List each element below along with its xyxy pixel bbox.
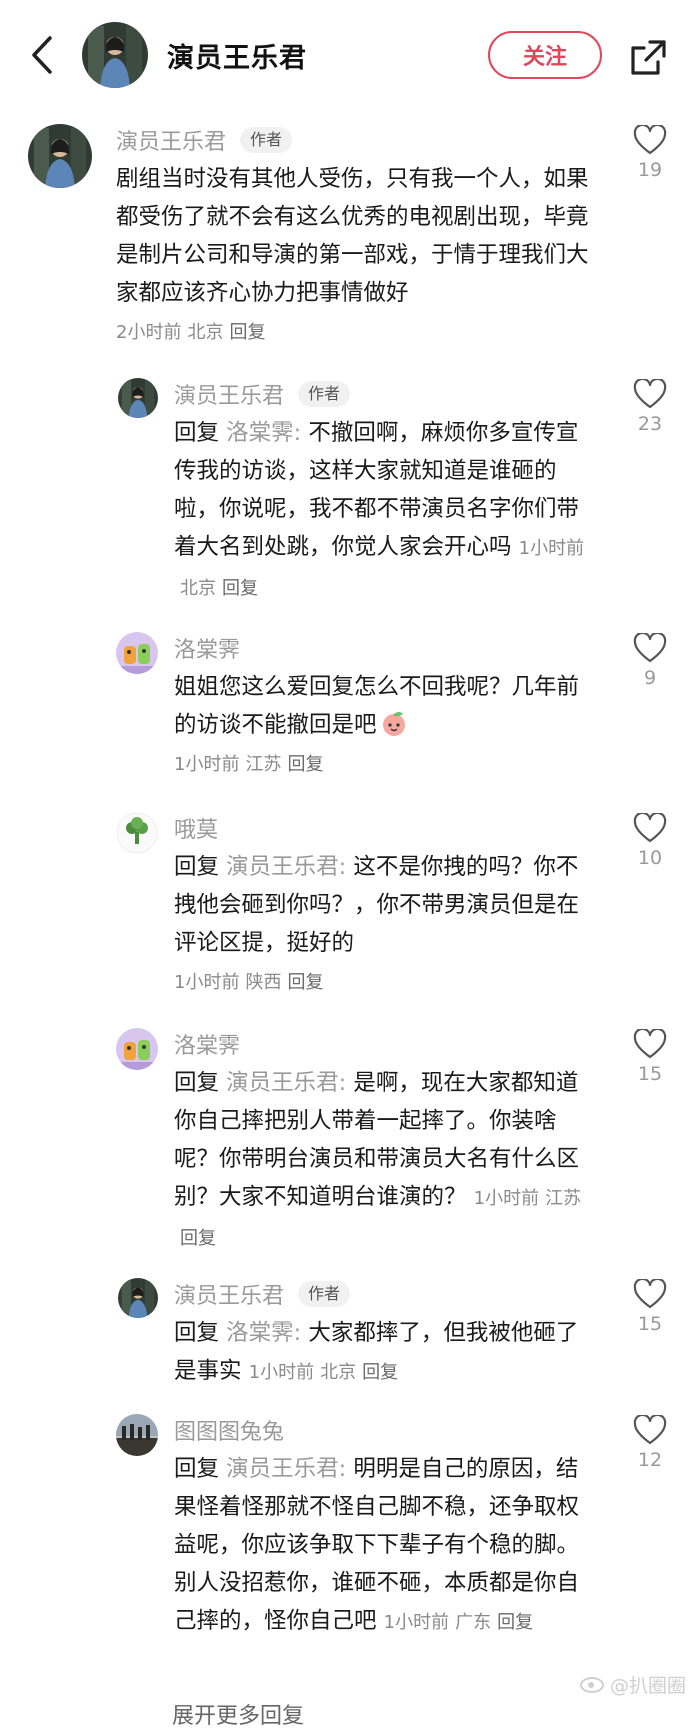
reply-button[interactable]: 回复 (229, 322, 265, 343)
heart-icon[interactable] (633, 1029, 667, 1059)
page-title: 演员王乐君 (167, 43, 307, 74)
like-control: 23 (628, 379, 672, 435)
like-control: 15 (628, 1029, 672, 1085)
comment-author[interactable]: 哦莫 (174, 812, 218, 844)
weibo-eye-icon (579, 1676, 604, 1693)
comment-author[interactable]: 洛棠霁 (174, 1028, 240, 1060)
comment-meta: 1小时前 陕西 回复 (174, 972, 324, 993)
comment: 演员王乐君 作者 剧组当时没有其他人受伤，只有我一个人，如果都受伤了就不会有这么… (116, 124, 606, 350)
like-count: 15 (637, 1063, 663, 1085)
comment-text: 姐姐您这么爱回复怎么不回我呢？几年前的访谈不能撤回是吧 (174, 674, 580, 738)
heart-icon[interactable] (633, 813, 667, 843)
comment-meta: 1小时前 广东 回复 (383, 1612, 534, 1633)
share-button[interactable] (628, 38, 668, 78)
comment-text: 剧组当时没有其他人受伤，只有我一个人，如果都受伤了就不会有这么优秀的电视剧出现，… (116, 166, 589, 306)
expand-more-replies[interactable]: 展开更多回复 (172, 1698, 304, 1730)
reply-target[interactable]: 洛棠霁: (226, 420, 301, 446)
reply-target[interactable]: 洛棠霁: (226, 1320, 301, 1346)
watermark: @扒圈圈 (579, 1671, 686, 1698)
like-control: 15 (628, 1279, 672, 1335)
like-count: 19 (637, 159, 663, 181)
avatar[interactable] (118, 1278, 158, 1318)
heart-icon[interactable] (633, 1279, 667, 1309)
heart-icon[interactable] (633, 1415, 667, 1445)
reply-button[interactable]: 回复 (222, 578, 258, 599)
comment-author[interactable]: 演员王乐君 (116, 124, 226, 156)
author-badge: 作者 (240, 127, 293, 153)
reply: 图图图兔兔 回复 演员王乐君: 明明是自己的原因，结果怪着怪那就不怪自己脚不稳，… (174, 1414, 594, 1642)
comment-meta: 1小时前江苏回复 (174, 754, 324, 775)
comment-text: 回复 洛棠霁: 大家都摔了，但我被他砸了是事实 1小时前 北京 回复 (174, 1320, 579, 1384)
comment-meta: 1小时前北京回复 (248, 1362, 399, 1383)
reply: 演员王乐君 作者 回复 洛棠霁: 大家都摔了，但我被他砸了是事实 1小时前 北京回… (174, 1278, 594, 1392)
author-avatar[interactable] (82, 22, 148, 88)
like-control: 10 (628, 813, 672, 869)
avatar[interactable] (116, 1414, 158, 1456)
comment-author[interactable]: 洛棠霁 (174, 632, 240, 664)
comment-author[interactable]: 图图图兔兔 (174, 1414, 284, 1446)
comment-time: 2小时前 (116, 322, 182, 343)
comment-text: 回复 演员王乐君: 明明是自己的原因，结果怪着怪那就不怪自己脚不稳，还争取权益呢… (174, 1456, 580, 1634)
chevron-left-icon (32, 36, 52, 74)
reply: 洛棠霁 回复 演员王乐君: 是啊，现在大家都知道你自己摔把别人带着一起摔了。你装… (174, 1028, 594, 1258)
author-badge: 作者 (298, 1281, 351, 1307)
comment-text: 回复 演员王乐君: 这不是你拽的吗？你不拽他会砸到你吗？，你不带男演员但是在评论… (174, 854, 580, 956)
reply-target[interactable]: 演员王乐君: (226, 854, 346, 880)
avatar[interactable] (116, 812, 158, 854)
comment-author[interactable]: 演员王乐君 (174, 378, 284, 410)
reply: 哦莫 回复 演员王乐君: 这不是你拽的吗？你不拽他会砸到你吗？，你不带男演员但是… (174, 812, 594, 1000)
avatar[interactable] (118, 378, 158, 418)
peach-emoji-icon (382, 712, 405, 736)
avatar[interactable] (116, 632, 158, 674)
like-control: 9 (628, 633, 672, 689)
like-control: 19 (628, 125, 672, 181)
comment-text: 回复 演员王乐君: 是啊，现在大家都知道你自己摔把别人带着一起摔了。你装啥呢？你… (174, 1070, 582, 1249)
reply-target[interactable]: 演员王乐君: (226, 1070, 346, 1096)
like-count: 12 (637, 1449, 663, 1471)
reply-button[interactable]: 回复 (287, 754, 323, 775)
heart-icon[interactable] (633, 379, 667, 409)
comment-location: 北京 (187, 322, 224, 343)
reply-button[interactable]: 回复 (287, 972, 323, 993)
comment-meta: 2小时前 北京 回复 (116, 316, 606, 350)
like-count: 9 (643, 667, 657, 689)
reply: 演员王乐君 作者 回复 洛棠霁: 不撤回啊，麻烦你多宣传宣传我的访谈，这样大家就… (174, 378, 594, 608)
avatar[interactable] (28, 124, 92, 188)
like-count: 23 (637, 413, 663, 435)
heart-icon[interactable] (633, 125, 667, 155)
heart-icon[interactable] (633, 633, 667, 663)
reply: 洛棠霁 姐姐您这么爱回复怎么不回我呢？几年前的访谈不能撤回是吧 1小时前 江苏 回复 (174, 632, 594, 782)
like-count: 15 (637, 1313, 663, 1335)
reply-button[interactable]: 回复 (497, 1612, 533, 1633)
reply-target[interactable]: 演员王乐君: (226, 1456, 346, 1482)
reply-button[interactable]: 回复 (180, 1228, 216, 1249)
reply-button[interactable]: 回复 (362, 1362, 398, 1383)
like-control: 12 (628, 1415, 672, 1471)
author-badge: 作者 (298, 381, 351, 407)
like-count: 10 (637, 847, 663, 869)
top-bar: 演员王乐君 关注 (0, 0, 700, 118)
follow-button[interactable]: 关注 (488, 31, 602, 79)
back-button[interactable] (28, 30, 58, 80)
share-icon (631, 40, 666, 75)
comment-text: 回复 洛棠霁: 不撤回啊，麻烦你多宣传宣传我的访谈，这样大家就知道是谁砸的啦，你… (174, 420, 585, 599)
avatar[interactable] (116, 1028, 158, 1070)
comment-author[interactable]: 演员王乐君 (174, 1278, 284, 1310)
